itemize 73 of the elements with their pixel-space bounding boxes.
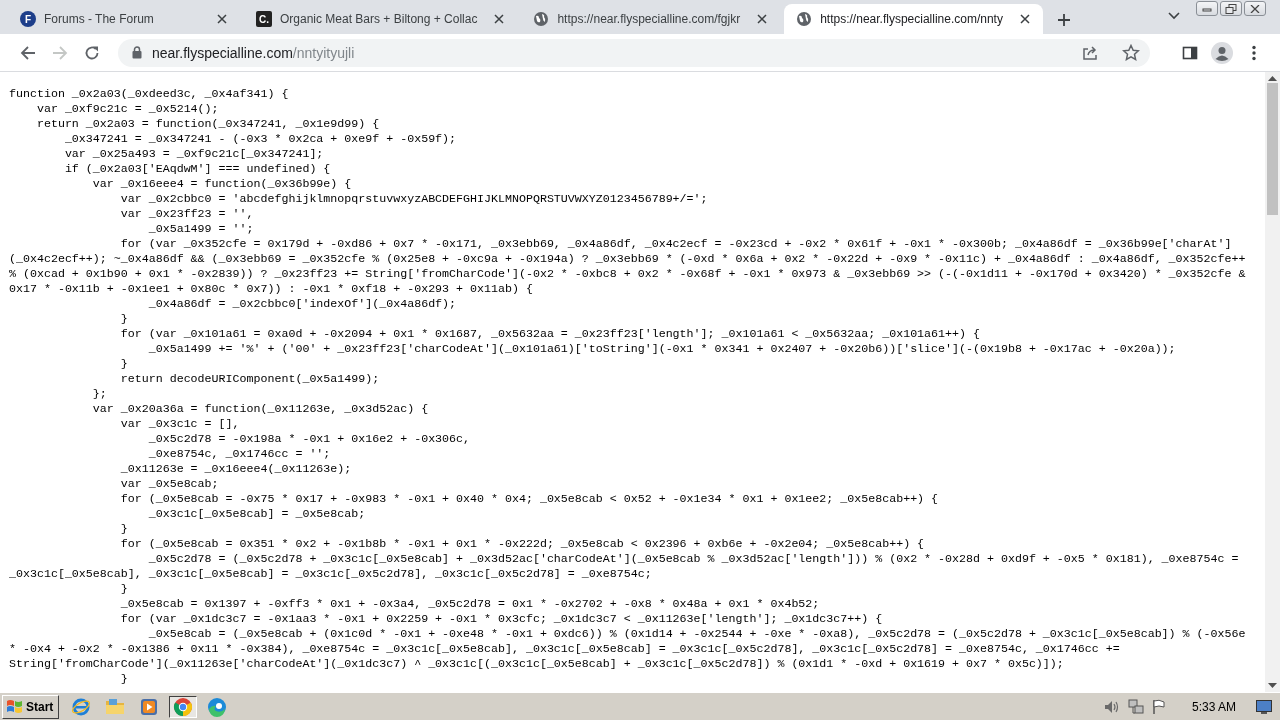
code-line: _0x3c1c[_0x5e8cab], _0x3c1c[_0x5e8cab] = _0x3c1c[_0x5c2d78], _0x3c1c[_0x5c2d78] = _0xe8754c; xyxy=(9,566,652,581)
speaker-icon[interactable] xyxy=(1103,699,1120,714)
code-line: } xyxy=(119,356,128,371)
code-line: }; xyxy=(91,386,107,401)
code-line: _0x5c2d78 = -0x198a * -0x1 + 0x16e2 + -0x306c, xyxy=(147,431,471,446)
code-line: var _0x23ff23 = '', xyxy=(119,206,254,221)
code-line: String['fromCharCode'](_0x11263e['charCodeAt'](_0x1dc3c7) ^ _0x3c1c[(_0x3c1c[_0x5e8cab] + _0x3c1c[_0x5c2d78]) % (0x1d1 * -0xd + 0x1619 + 0x7 * 0x5c)]); xyxy=(9,656,1064,671)
network-icon[interactable] xyxy=(1127,698,1144,715)
lock-icon xyxy=(132,46,142,59)
browser-tab[interactable]: C. Organic Meat Bars + Biltong + Collac xyxy=(244,4,518,34)
scrollbar-thumb[interactable] xyxy=(1267,83,1278,215)
code-line: } xyxy=(119,581,128,596)
code-line: var _0x16eee4 = function(_0x36b99e) { xyxy=(91,176,352,191)
four-color-flag-icon xyxy=(6,699,23,714)
code-line: for (var _0x101a61 = 0xa0d + -0x2094 + 0x1 * 0x1687, _0x5632aa = _0x23ff23['length']; _0x101a61 < _0x5632aa; _0x101a61++) { xyxy=(119,326,980,341)
browser-tab[interactable]: https://near.flyspecialline.com/nnty xyxy=(784,4,1043,34)
code-line: for (var _0x352cfe = 0x179d + -0xd86 + 0x7 * -0x171, _0x3ebb69, _0x4a86df, _0x4c2ecf = -0x23cd + -0x2 * 0x61f + -0x1 * -0x300b; _0x4a86df = _0x36b99e['charAt'] xyxy=(119,236,1232,251)
code-line: var _0x25a493 = _0xf9c21c[_0x347241]; xyxy=(63,146,324,161)
code-line: _0x5c2d78 = (_0x5c2d78 + _0x3c1c[_0x5e8cab] + _0x3d52ac['charCodeAt'](_0x5e8cab % _0x3d52ac['length'])) % (0x2 * -0x28d + 0xd9f + -0x5 * 0x181), _0xe8754c = xyxy=(147,551,1239,566)
code-line: % (0xcad + 0x1b90 + 0x1 * -0x2839)) ? _0x23ff23 += String['fromCharCode'](-0x2 * -0xbc8 + 0x2 * -0x68f + -0x1 * 0x973 & _0x3ebb69 >> (-(-0x1d11 + -0x170d + 0x3420) * _0x352cfe & xyxy=(9,266,1246,281)
code-line: _0x5a1499 = ''; xyxy=(147,221,254,236)
globe-icon xyxy=(796,11,813,27)
scroll-down-icon[interactable] xyxy=(1268,683,1277,688)
site-logo: F xyxy=(20,11,36,27)
code-line: for (var _0x1dc3c7 = -0x1aa3 * -0x1 + 0x2259 + -0x1 * 0x3cfc; _0x1dc3c7 < _0x11263e['length']; _0x1dc3c7++) { xyxy=(119,611,883,626)
close-icon xyxy=(1250,4,1260,13)
code-line: _0xe8754c, _0x1746cc = ''; xyxy=(147,446,331,461)
restore-icon xyxy=(1225,3,1237,14)
code-line: function _0x2a03(_0xdeed3c, _0x4af341) { xyxy=(9,86,289,101)
star-icon[interactable] xyxy=(1122,43,1140,62)
code-line: var _0xf9c21c = _0x5214(); xyxy=(35,101,219,116)
code-line: var _0x20a36a = function(_0x11263e, _0x3d52ac) { xyxy=(91,401,429,416)
media-player-icon[interactable] xyxy=(140,697,159,716)
code-line: _0x5a1499 += '%' + ('00' + _0x23ff23['charCodeAt'](_0x101a61)['toString'](-0x1 * 0x341 + 0x2407 + -0x20b6))['slice'](-(0x19b8 + -0x17ac + -0x20a)); xyxy=(147,341,1176,356)
back-arrow-icon[interactable] xyxy=(20,44,36,61)
code-line: _0x4a86df = _0x2cbbc0['indexOf'](_0x4a86df); xyxy=(147,296,457,311)
code-line: 0x17 * -0x11b + -0x1ee1 + 0x80c * 0x7)) : -0x1 * 0xf18 + -0x293 + 0x11ab) { xyxy=(9,281,533,296)
show-desktop-icon[interactable] xyxy=(1256,699,1272,714)
code-line: var _0x5e8cab; xyxy=(119,476,219,491)
code-line: (_0x4c2ecf++); ~_0x4a86df && (_0x3ebb69 = _0x352cfe % (0x25e8 + -0xc9a + -0x194a) ? _0x3ebb69 * (-0xd * 0x6a + 0x2 * -0x22d + -0x9 * -0x11c) + _0x4a86df : _0x4a86df, _0x352cfe++ xyxy=(9,251,1246,266)
code-line: return _0x2a03 = function(_0x347241, _0x1e9d99) { xyxy=(35,116,380,131)
code-line: _0x5e8cab = 0x1397 + -0xff3 * 0x1 + -0x3a4, _0x5c2d78 = 0x1 * -0x2702 + -0x8 * 0x48a + 0x1 * 0x4b52; xyxy=(119,596,820,611)
code-line: _0x3c1c[_0x5e8cab] = _0x5e8cab; xyxy=(147,506,366,521)
site-logo: C. xyxy=(256,11,272,27)
address-bar[interactable]: near.flyspecialline.com/nntyityujli xyxy=(118,38,1150,67)
code-line: for (_0x5e8cab = 0x351 * 0x2 + -0x1b8b * -0x1 + 0x1 * -0x222d; _0x5e8cab < 0x2396 + 0xb6e + -0x2e04; _0x5e8cab++) { xyxy=(119,536,925,551)
code-line: for (_0x5e8cab = -0x75 * 0x17 + -0x983 * -0x1 + 0x40 * 0x4; _0x5e8cab < 0x52 + -0x1e34 * 0x1 + 0x1ee2; _0x5e8cab++) { xyxy=(119,491,939,506)
code-line: _0x5e8cab = (_0x5e8cab + (0x1c0d * -0x1 + -0xe48 * -0x1 + 0xdc6)) % (0x1d14 + -0x2544 + -0xe * -0xa8), _0x5c2d78 = (_0x5c2d78 + _0x3c1c[_0x5e8cab]) % (-0x56e xyxy=(147,626,1246,641)
new-tab-icon[interactable] xyxy=(1056,13,1071,27)
code-line: return decodeURIComponent(_0x5a1499); xyxy=(119,371,380,386)
browser-tab[interactable]: F Forums - The Forum xyxy=(8,4,240,34)
code-line: } xyxy=(119,311,128,326)
scroll-up-icon[interactable] xyxy=(1268,76,1277,81)
browser-tab[interactable]: https://near.flyspecialline.com/fgjkr xyxy=(521,4,781,34)
code-line: _0x11263e = _0x16eee4(_0x11263e); xyxy=(119,461,352,476)
code-line: } xyxy=(119,521,128,536)
reload-icon[interactable] xyxy=(84,44,100,61)
start-button[interactable]: Start xyxy=(2,694,60,719)
code-line: _0x347241 = _0x347241 - (-0x3 * 0x2ca + 0xe9f + -0x59f); xyxy=(63,131,457,146)
code-line: var _0x3c1c = [], xyxy=(119,416,240,431)
clock: 5:33 AM xyxy=(1191,699,1236,714)
scrollbar[interactable] xyxy=(1265,72,1280,692)
globe-icon xyxy=(533,11,550,27)
code-line: } xyxy=(119,671,128,686)
close-button[interactable] xyxy=(1244,1,1266,16)
chevron-down-icon[interactable] xyxy=(1168,12,1180,20)
code-line: if (_0x2a03['EAqdwM'] === undefined) { xyxy=(63,161,331,176)
share-icon[interactable] xyxy=(1082,44,1098,61)
code-line: * -0x4 + -0x2 * -0x1386 + 0x11 * -0x384), _0xe8754c = _0x3c1c[_0x5e8cab], _0x3c1c[_0x5e8cab] = _0x3c1c[_0x5c2d78], _0x3c1c[_0x5c2d78] = _0xe8754c, _0x1746cc += xyxy=(9,641,1120,656)
restore-button[interactable] xyxy=(1220,1,1242,16)
flag-icon[interactable] xyxy=(1151,699,1166,714)
minimize-icon xyxy=(1202,5,1212,12)
code-line: var _0x2cbbc0 = 'abcdefghijklmnopqrstuvwxyzABCDEFGHIJKLMNOPQRSTUVWXYZ0123456789+/='; xyxy=(119,191,708,206)
